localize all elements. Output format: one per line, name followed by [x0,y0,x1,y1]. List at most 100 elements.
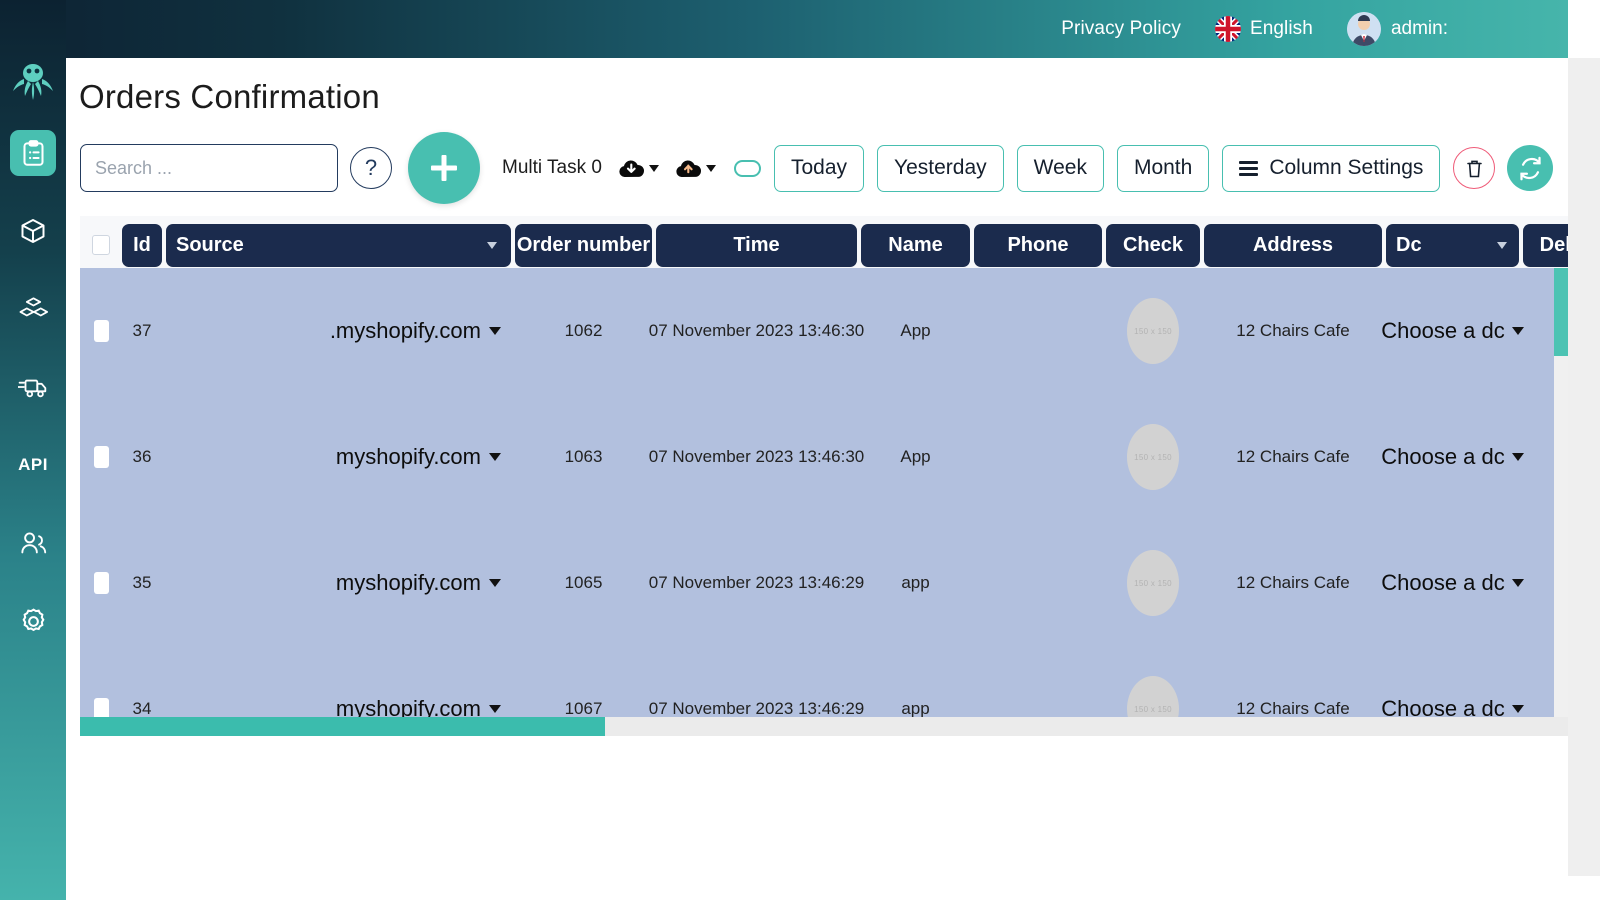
table-row[interactable]: 34 myshopify.com 1067 07 November 2023 1… [80,646,1568,720]
chevron-down-icon [487,241,497,249]
sidebar-item-products[interactable] [10,208,56,254]
column-header-phone[interactable]: Phone [974,223,1102,267]
column-header-check[interactable]: Check [1106,223,1200,267]
chevron-down-icon [1497,241,1507,249]
select-all-checkbox[interactable] [92,235,110,255]
cell-phone [974,646,1102,720]
cloud-download-button[interactable] [618,157,659,180]
refresh-button[interactable] [1507,145,1554,191]
search-input[interactable] [80,144,338,192]
chevron-down-icon [489,579,501,587]
filter-yesterday-button[interactable]: Yesterday [877,144,1004,192]
chevron-down-icon [705,164,716,172]
row-checkbox[interactable] [93,320,109,342]
cloud-upload-icon [676,159,701,177]
table-horizontal-scrollbar[interactable] [80,717,1568,736]
cell-check[interactable]: 150 x 150 [1106,394,1200,520]
column-header-dc[interactable]: Dc [1386,223,1519,267]
cell-check[interactable]: 150 x 150 [1106,520,1200,646]
cell-dc[interactable]: Choose a dc [1381,268,1524,394]
cell-time: 07 November 2023 13:46:30 [648,321,865,340]
chevron-down-icon [1511,327,1524,335]
add-button[interactable] [408,132,480,204]
column-header-name[interactable]: Name [861,223,970,267]
page-title: Orders Confirmation [79,78,380,115]
table-row[interactable]: 36 myshopify.com 1063 07 November 2023 1… [80,394,1568,520]
chevron-down-icon [1511,705,1524,713]
column-header-id[interactable]: Id [122,223,162,267]
sidebar-item-inventory[interactable] [10,286,56,332]
top-bar: Privacy Policy English admin: [0,0,1568,58]
column-settings-button[interactable]: Column Settings [1222,144,1441,192]
uk-flag-icon [1214,16,1241,42]
column-header-deli[interactable]: Deli [1523,223,1568,267]
toolbar: ? Multi Task 0 [66,132,1568,204]
row-select-cell [84,394,118,520]
page-vertical-scrollbar[interactable] [1568,58,1600,876]
sidebar-item-settings[interactable] [10,598,56,644]
cell-time: 07 November 2023 13:46:29 [648,699,865,718]
table-row[interactable]: 37 .myshopify.com 1062 07 November 2023 … [80,268,1568,394]
cell-check[interactable]: 150 x 150 [1106,646,1200,720]
cell-dc-text: Choose a dc [1381,570,1505,595]
cell-id: 35 [132,573,152,592]
column-header-order-number[interactable]: Order number [515,223,652,267]
table-row[interactable]: 35 myshopify.com 1065 07 November 2023 1… [80,520,1568,646]
check-placeholder-image: 150 x 150 [1127,550,1179,616]
privacy-policy-link[interactable]: Privacy Policy [1061,18,1181,40]
cell-source-text: .myshopify.com [329,318,481,343]
check-placeholder-image: 150 x 150 [1127,298,1179,364]
cell-id: 34 [132,699,152,718]
cell-source-text: myshopify.com [335,570,481,595]
table-header-row: Id Source Order number Time Name Phone C… [80,216,1568,268]
chevron-down-icon [489,453,501,461]
table-vertical-scrollbar[interactable] [1554,268,1568,720]
table-vertical-scrollbar-thumb[interactable] [1554,268,1568,356]
cell-check[interactable]: 150 x 150 [1106,268,1200,394]
cell-order-number: 1063 [564,447,603,466]
cloud-upload-button[interactable] [675,157,716,180]
cell-time: 07 November 2023 13:46:29 [648,573,865,592]
chevron-down-icon [648,164,659,172]
column-header-address[interactable]: Address [1204,223,1382,267]
page-content: Orders Confirmation ? Multi Task 0 [66,58,1568,876]
sidebar-item-orders[interactable] [10,130,56,176]
cell-dc[interactable]: Choose a dc [1381,394,1524,520]
delete-button[interactable] [1453,147,1496,189]
cell-dc-text: Choose a dc [1381,318,1505,343]
cloud-download-icon [619,159,644,177]
cell-dc[interactable]: Choose a dc [1381,646,1524,720]
filter-month-button[interactable]: Month [1116,144,1210,192]
sidebar-item-api[interactable]: API [10,442,56,488]
cell-source[interactable]: myshopify.com [166,646,511,720]
cell-name: app [901,573,930,592]
row-select-cell [84,520,118,646]
chevron-down-icon [489,705,501,713]
column-header-source[interactable]: Source [166,223,511,267]
cell-id: 37 [132,321,152,340]
row-checkbox[interactable] [93,446,109,468]
select-all-header [84,224,118,267]
cell-source[interactable]: .myshopify.com [166,268,511,394]
filter-today-button[interactable]: Today [773,144,865,192]
help-button[interactable]: ? [350,147,392,189]
filter-week-button[interactable]: Week [1016,144,1104,192]
cell-order-number: 1067 [564,699,603,718]
cell-source[interactable]: myshopify.com [166,520,511,646]
cell-dc[interactable]: Choose a dc [1381,520,1524,646]
row-checkbox[interactable] [93,572,109,594]
cell-address: 12 Chairs Cafe [1236,447,1350,466]
cell-source[interactable]: myshopify.com [166,394,511,520]
cell-name: App [900,447,931,466]
column-header-time[interactable]: Time [656,223,857,267]
language-selector[interactable]: English [1214,16,1313,42]
octopus-logo-icon[interactable] [10,58,56,104]
language-label: English [1249,18,1313,39]
sidebar-item-delivery[interactable] [10,364,56,410]
user-menu[interactable]: admin: [1346,12,1448,46]
table-horizontal-scrollbar-thumb[interactable] [80,717,605,736]
menu-icon [1239,160,1259,176]
multi-task-label: Multi Task 0 [502,157,602,178]
sidebar-item-users[interactable] [10,520,56,566]
view-toggle[interactable] [733,159,761,177]
